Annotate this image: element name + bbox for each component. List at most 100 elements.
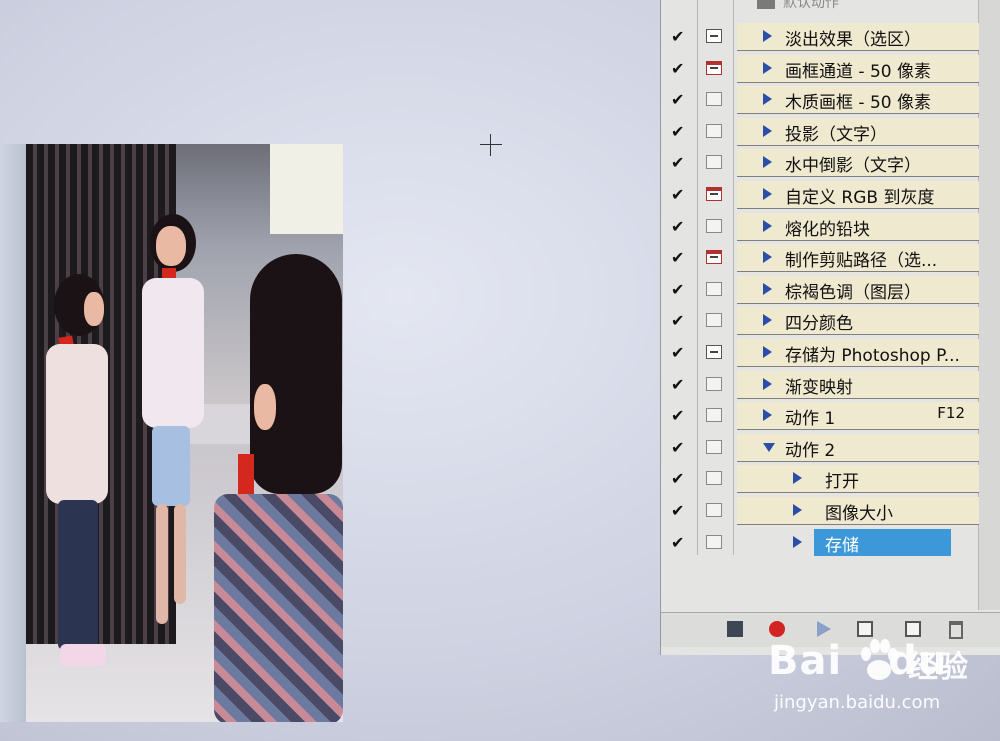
action-row[interactable]: ✔ 熔化的铅块 <box>661 211 979 242</box>
expand-triangle-icon[interactable] <box>763 156 772 168</box>
expand-triangle-icon[interactable] <box>763 30 772 42</box>
check-icon[interactable]: ✔ <box>671 377 687 393</box>
action-row[interactable]: ✔ 制作剪贴路径（选... <box>661 242 979 273</box>
dialog-toggle-icon[interactable] <box>706 377 722 391</box>
check-icon[interactable]: ✔ <box>671 345 687 361</box>
collapse-triangle-icon[interactable] <box>763 443 775 452</box>
expand-triangle-icon[interactable] <box>793 536 802 548</box>
photo-child-middle <box>140 214 220 634</box>
expand-triangle-icon[interactable] <box>763 314 772 326</box>
shortcut-label: F12 <box>937 404 965 422</box>
action-label: 棕褐色调（图层） <box>785 283 921 303</box>
dialog-toggle-icon[interactable] <box>706 313 722 327</box>
stop-icon[interactable] <box>727 621 743 637</box>
action-row[interactable]: ✔ 四分颜色 <box>661 305 979 336</box>
action-label: 打开 <box>825 472 859 492</box>
dialog-toggle-icon[interactable] <box>706 250 722 264</box>
check-icon[interactable]: ✔ <box>671 155 687 171</box>
action-label: 画框通道 - 50 像素 <box>785 62 931 82</box>
dialog-toggle-icon[interactable] <box>706 345 722 359</box>
check-icon[interactable]: ✔ <box>671 471 687 487</box>
action-row[interactable]: ✔ 淡出效果（选区） <box>661 21 979 52</box>
dialog-toggle-icon[interactable] <box>706 282 722 296</box>
expand-triangle-icon[interactable] <box>763 93 772 105</box>
action-row[interactable]: ✔ 动作 2 <box>661 432 979 463</box>
photo-wall <box>0 144 26 722</box>
photo-child-front <box>210 254 343 722</box>
action-label-cell <box>737 371 979 399</box>
action-label: 自定义 RGB 到灰度 <box>785 188 935 208</box>
dialog-toggle-icon[interactable] <box>706 219 722 233</box>
action-row[interactable]: ✔ 木质画框 - 50 像素 <box>661 84 979 115</box>
check-icon[interactable]: ✔ <box>671 187 687 203</box>
expand-triangle-icon[interactable] <box>763 409 772 421</box>
action-row[interactable]: ✔ 存储 <box>661 527 979 558</box>
check-icon[interactable]: ✔ <box>671 250 687 266</box>
action-label: 制作剪贴路径（选... <box>785 251 938 271</box>
action-label-cell <box>737 307 979 335</box>
check-icon[interactable]: ✔ <box>671 313 687 329</box>
action-row[interactable]: ✔ 自定义 RGB 到灰度 <box>661 179 979 210</box>
check-icon[interactable]: ✔ <box>671 503 687 519</box>
expand-triangle-icon[interactable] <box>763 125 772 137</box>
action-label: 四分颜色 <box>785 314 853 334</box>
expand-triangle-icon[interactable] <box>763 188 772 200</box>
check-icon[interactable]: ✔ <box>671 92 687 108</box>
photo-child-left <box>40 274 120 694</box>
action-row[interactable]: ✔ 存储为 Photoshop P... <box>661 337 979 368</box>
check-icon[interactable]: ✔ <box>671 408 687 424</box>
dialog-toggle-icon[interactable] <box>706 92 722 106</box>
dialog-toggle-icon[interactable] <box>706 440 722 454</box>
action-label: 存储为 Photoshop P... <box>785 346 960 366</box>
action-label: 淡出效果（选区） <box>785 30 921 50</box>
action-row[interactable]: ✔ 图像大小 <box>661 495 979 526</box>
dialog-toggle-icon[interactable] <box>706 187 722 201</box>
action-label: 渐变映射 <box>785 378 853 398</box>
action-label: 投影（文字） <box>785 125 887 145</box>
expand-triangle-icon[interactable] <box>763 62 772 74</box>
photo-sky <box>270 144 343 234</box>
dialog-toggle-icon[interactable] <box>706 408 722 422</box>
dialog-toggle-icon[interactable] <box>706 155 722 169</box>
action-set-label: 默认动作 <box>783 0 839 11</box>
expand-triangle-icon[interactable] <box>763 283 772 295</box>
action-set-row[interactable]: 默认动作 <box>661 0 979 14</box>
expand-triangle-icon[interactable] <box>793 472 802 484</box>
expand-triangle-icon[interactable] <box>793 504 802 516</box>
action-row[interactable]: ✔ 投影（文字） <box>661 116 979 147</box>
check-icon[interactable]: ✔ <box>671 61 687 77</box>
action-row[interactable]: ✔ 棕褐色调（图层） <box>661 274 979 305</box>
expand-triangle-icon[interactable] <box>763 220 772 232</box>
check-icon[interactable]: ✔ <box>671 124 687 140</box>
action-row[interactable]: ✔ 画框通道 - 50 像素 <box>661 53 979 84</box>
dialog-toggle-icon[interactable] <box>706 61 722 75</box>
action-label: 熔化的铅块 <box>785 220 870 240</box>
panel-scrollbar[interactable] <box>978 0 1000 610</box>
dialog-toggle-icon[interactable] <box>706 535 722 549</box>
dialog-toggle-icon[interactable] <box>706 503 722 517</box>
action-row[interactable]: ✔ 打开 <box>661 463 979 494</box>
watermark-product: 经验 <box>908 650 968 685</box>
action-label: 存储 <box>825 536 859 556</box>
check-icon[interactable]: ✔ <box>671 29 687 45</box>
check-icon[interactable]: ✔ <box>671 535 687 551</box>
paw-logo-icon <box>861 639 898 680</box>
action-label: 动作 1 <box>785 409 836 429</box>
folder-icon <box>757 0 775 9</box>
expand-triangle-icon[interactable] <box>763 378 772 390</box>
check-icon[interactable]: ✔ <box>671 282 687 298</box>
check-icon[interactable]: ✔ <box>671 440 687 456</box>
action-row[interactable]: ✔ 水中倒影（文字） <box>661 147 979 178</box>
action-row[interactable]: ✔ 动作 1 F12 <box>661 400 979 431</box>
actions-panel: 默认动作 ✔ 淡出效果（选区） ✔ 画框通道 - 50 像素 ✔ 木质画框 - 50 像素… <box>660 0 1000 655</box>
check-icon[interactable]: ✔ <box>671 219 687 235</box>
expand-triangle-icon[interactable] <box>763 251 772 263</box>
action-label: 木质画框 - 50 像素 <box>785 93 931 113</box>
action-label: 动作 2 <box>785 441 836 461</box>
dialog-toggle-icon[interactable] <box>706 29 722 43</box>
action-row[interactable]: ✔ 渐变映射 <box>661 369 979 400</box>
dialog-toggle-icon[interactable] <box>706 471 722 485</box>
dialog-toggle-icon[interactable] <box>706 124 722 138</box>
expand-triangle-icon[interactable] <box>763 346 772 358</box>
document-image[interactable] <box>0 144 343 722</box>
